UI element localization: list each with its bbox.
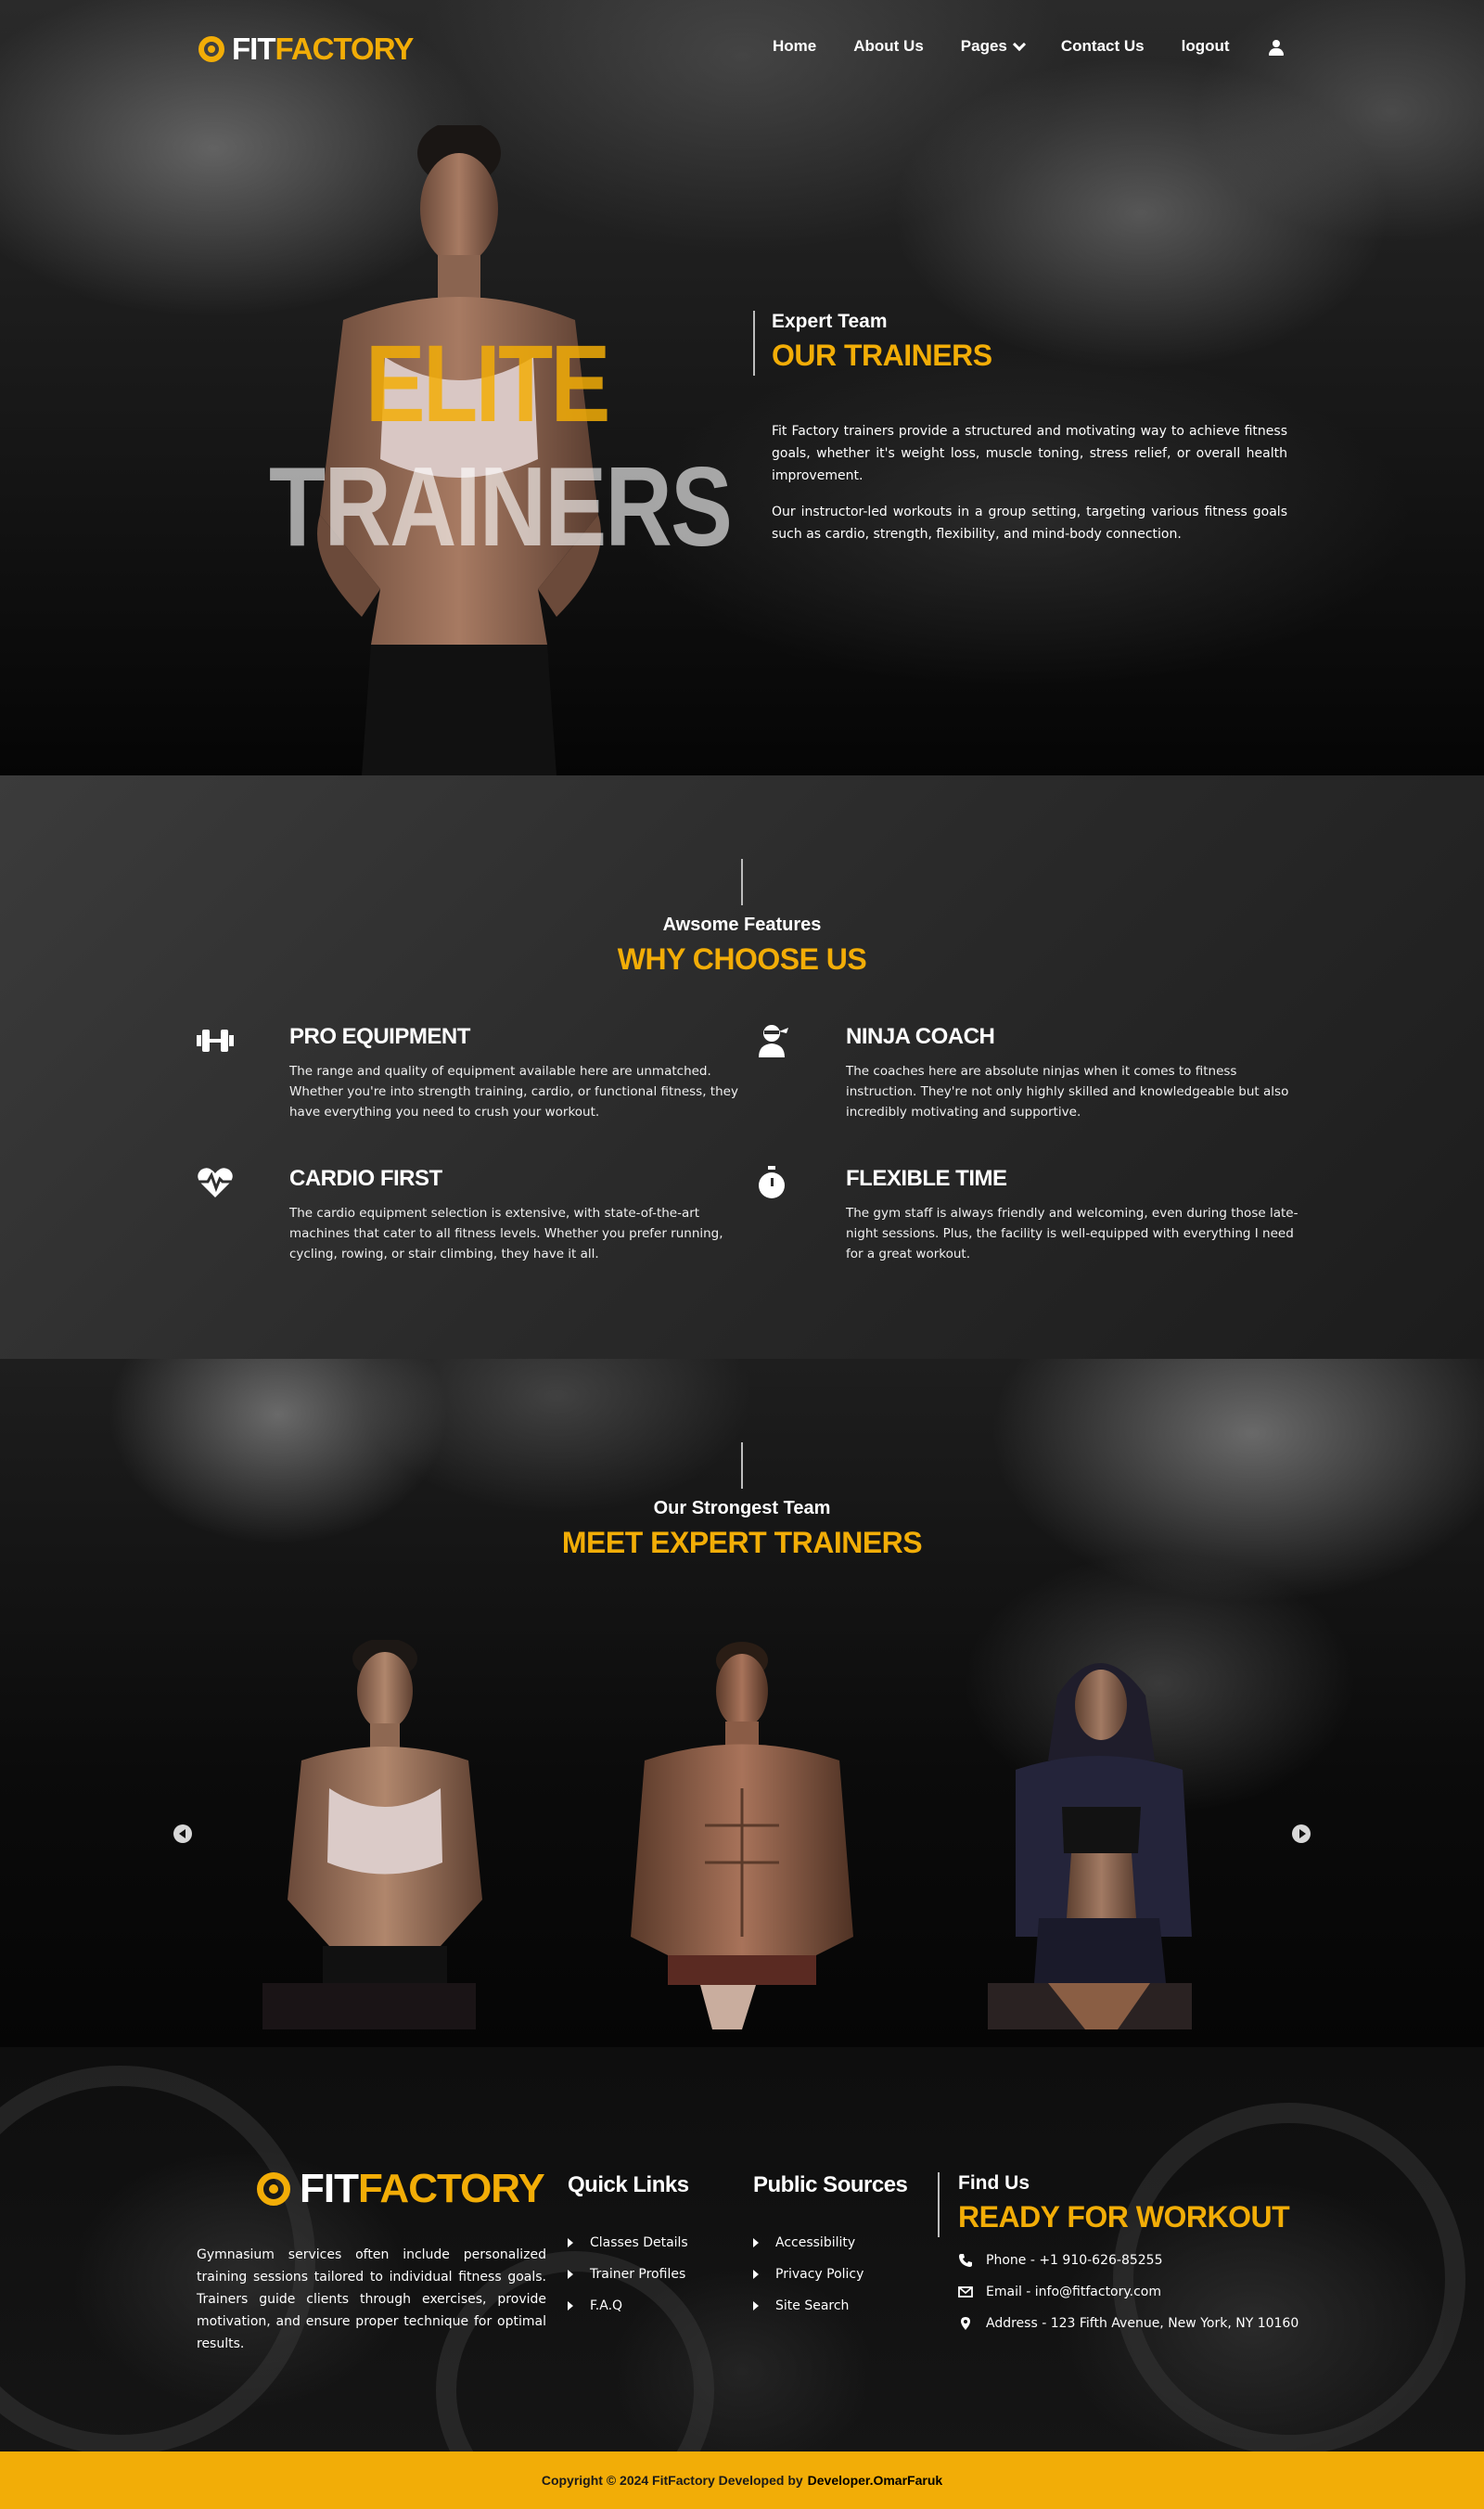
envelope-icon [958,2286,973,2298]
caret-right-icon [568,2301,573,2311]
hero-subtitle: Expert Team [772,311,888,332]
feature-title: FLEXIBLE TIME [846,1166,1007,1191]
brand-logo[interactable]: FITFACTORY [198,32,414,67]
caret-right-icon [753,2238,759,2247]
why-choose-us-section: Awsome Features WHY CHOOSE US PRO EQUIPM… [0,775,1484,1359]
logo-ring-icon [257,2172,290,2206]
quick-links-list: Classes Details Trainer Profiles F.A.Q [568,2227,688,2322]
quick-link-trainers[interactable]: Trainer Profiles [568,2259,688,2290]
public-link-search[interactable]: Site Search [753,2290,864,2322]
hero-title: OUR TRAINERS [772,339,992,372]
quick-link-classes[interactable]: Classes Details [568,2227,688,2259]
section-title: MEET EXPERT TRAINERS [561,1526,923,1559]
brand-fit: FIT [232,32,275,66]
contact-text: Phone - +1 910-626-85255 [986,2253,1163,2268]
stopwatch-icon [751,1166,792,1199]
developer-link[interactable]: Developer.OmarFaruk [808,2473,943,2488]
user-icon[interactable] [1268,40,1285,57]
feature-item: PRO EQUIPMENT The range and quality of e… [197,1024,744,1122]
section-divider [938,2172,940,2237]
feature-item: CARDIO FIRST The cardio equipment select… [198,1166,744,1264]
link-label: Trainer Profiles [590,2267,686,2282]
find-us-label: Find Us [958,2172,1030,2194]
chevron-down-icon [1012,37,1026,51]
contact-text: Address - 123 Fifth Avenue, New York, NY… [986,2316,1299,2331]
feature-text: The coaches here are absolute ninjas whe… [846,1064,1289,1120]
feature-text: The gym staff is always friendly and wel… [846,1206,1298,1261]
phone-icon [959,2254,972,2267]
brand-fit: FIT [300,2166,359,2211]
nav-pages-label: Pages [960,37,1007,55]
nav-pages[interactable]: Pages [960,37,1026,56]
caret-right-icon [568,2238,573,2247]
feature-title: CARDIO FIRST [289,1166,442,1191]
hero-paragraph: Fit Factory trainers provide a structure… [772,424,1287,483]
public-sources-heading: Public Sources [753,2172,908,2197]
link-label: F.A.Q [590,2298,623,2313]
link-label: Accessibility [775,2235,856,2250]
feature-item: FLEXIBLE TIME The gym staff is always fr… [759,1166,1300,1264]
quick-link-faq[interactable]: F.A.Q [568,2290,688,2322]
hero-big-word-trainers: TRAINERS [269,443,733,570]
dumbbell-icon [195,1024,236,1057]
trainers-section: Our Strongest Team MEET EXPERT TRAINERS [0,1359,1484,2047]
link-label: Classes Details [590,2235,688,2250]
quick-links-heading: Quick Links [568,2172,689,2197]
copyright-bar: Copyright © 2024 FitFactory Developed by… [0,2451,1484,2509]
public-link-accessibility[interactable]: Accessibility [753,2227,864,2259]
feature-item: NINJA COACH The coaches here are absolut… [759,1024,1300,1122]
section-subtitle: Awsome Features [662,915,822,935]
navbar: FITFACTORY Home About Us Pages Contact U… [0,0,1484,98]
footer: FITFACTORY Gymnasium services often incl… [0,2047,1484,2451]
contact-email[interactable]: Email - info@fitfactory.com [958,2278,1161,2306]
arrow-right-icon [1298,1829,1306,1838]
link-label: Privacy Policy [775,2267,864,2282]
feature-text: The range and quality of equipment avail… [289,1064,738,1120]
carousel-next-button[interactable] [1292,1824,1311,1843]
hero-section: FITFACTORY Home About Us Pages Contact U… [0,0,1484,775]
nav-contact[interactable]: Contact Us [1061,37,1145,56]
carousel-prev-button[interactable] [173,1824,192,1843]
feature-text: The cardio equipment selection is extens… [289,1206,723,1261]
nav-about[interactable]: About Us [853,37,924,56]
public-sources-list: Accessibility Privacy Policy Site Search [753,2227,864,2322]
trainer-card[interactable] [960,1640,1238,2029]
brand-factory: FACTORY [275,32,414,66]
footer-logo[interactable]: FITFACTORY [257,2166,545,2212]
copyright-text: Copyright © 2024 FitFactory Developed by [541,2473,803,2488]
section-title: WHY CHOOSE US [617,942,867,976]
logo-ring-icon [198,36,224,62]
hero-paragraph: Our instructor-led workouts in a group s… [772,505,1287,542]
footer-about-text: Gymnasium services often include persona… [197,2247,546,2351]
link-label: Site Search [775,2298,850,2313]
feature-title: NINJA COACH [846,1024,995,1049]
section-divider [741,859,743,905]
map-marker-icon [961,2317,970,2330]
contact-address[interactable]: Address - 123 Fifth Avenue, New York, NY… [958,2310,1298,2337]
caret-right-icon [568,2270,573,2279]
arrow-left-icon [178,1829,186,1838]
weight-plate-decor [1113,2103,1465,2451]
main-nav: Home About Us Pages Contact Us logout [773,37,1267,56]
hero-big-word-elite: ELITE [365,323,610,445]
caret-right-icon [753,2270,759,2279]
brand-factory: FACTORY [357,2166,545,2211]
section-divider [741,1442,743,1489]
ninja-icon [751,1024,792,1057]
contact-text: Email - info@fitfactory.com [986,2285,1162,2299]
heartbeat-icon [195,1166,236,1199]
caret-right-icon [753,2301,759,2311]
public-link-privacy[interactable]: Privacy Policy [753,2259,864,2290]
section-divider [753,311,755,376]
trainer-card[interactable] [603,1640,881,2029]
nav-home[interactable]: Home [773,37,816,56]
trainer-card[interactable] [246,1638,524,2029]
ready-for-workout-title: READY FOR WORKOUT [958,2200,1290,2234]
feature-title: PRO EQUIPMENT [289,1024,470,1049]
section-subtitle: Our Strongest Team [653,1498,831,1518]
nav-logout[interactable]: logout [1182,37,1230,56]
contact-phone[interactable]: Phone - +1 910-626-85255 [958,2247,1163,2274]
